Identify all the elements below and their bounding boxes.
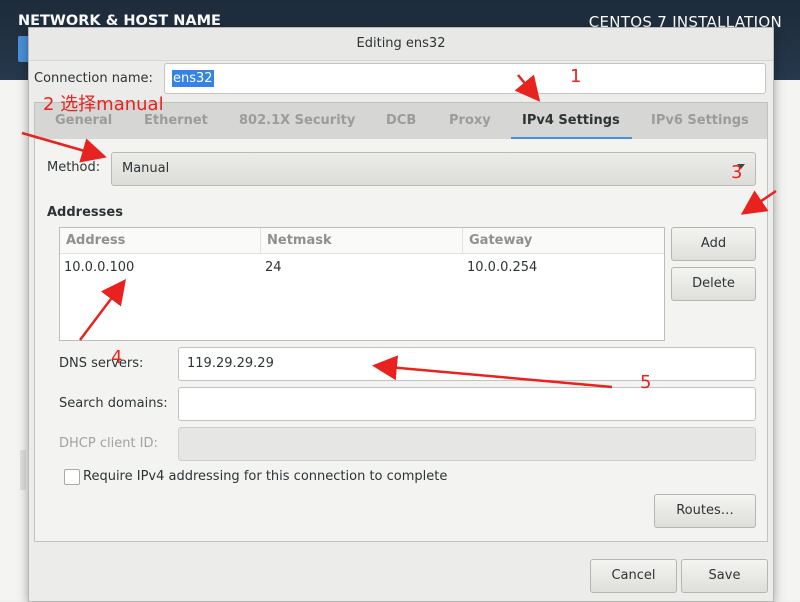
require-ipv4-label[interactable]: Require IPv4 addressing for this connect… (83, 469, 447, 484)
annotation-1: 1 (570, 66, 582, 87)
cell-address[interactable]: 10.0.0.100 (60, 258, 134, 278)
tab-proxy[interactable]: Proxy (449, 103, 491, 139)
dialog-title: Editing ens32 (29, 28, 773, 61)
addresses-table[interactable]: Address Netmask Gateway 10.0.0.100 24 10… (59, 227, 665, 341)
tab-ipv6-settings[interactable]: IPv6 Settings (651, 103, 749, 139)
delete-address-button[interactable]: Delete (671, 267, 756, 301)
cancel-button[interactable]: Cancel (590, 559, 677, 593)
column-header-address[interactable]: Address (60, 228, 261, 254)
require-ipv4-checkbox[interactable] (64, 469, 80, 485)
dns-servers-value: 119.29.29.29 (187, 356, 274, 371)
annotation-4: 4 (111, 347, 123, 368)
dhcp-client-id-label: DHCP client ID: (59, 436, 158, 451)
addresses-label: Addresses (47, 205, 123, 220)
search-domains-input[interactable] (178, 387, 756, 421)
column-header-gateway[interactable]: Gateway (463, 228, 664, 254)
cell-gateway[interactable]: 10.0.0.254 (463, 258, 537, 278)
connection-name-input[interactable]: ens32 (164, 63, 766, 94)
search-domains-label: Search domains: (59, 396, 168, 411)
method-value: Manual (122, 161, 170, 176)
dhcp-client-id-input (178, 427, 756, 461)
cell-netmask[interactable]: 24 (261, 258, 282, 278)
tab-802-1x-security[interactable]: 802.1X Security (239, 103, 355, 139)
tab-dcb[interactable]: DCB (386, 103, 416, 139)
installer-fragment (20, 450, 26, 490)
routes-button[interactable]: Routes… (654, 494, 756, 528)
tab-ipv4-settings[interactable]: IPv4 Settings (511, 103, 632, 140)
method-label: Method: (47, 160, 101, 175)
save-button[interactable]: Save (681, 559, 768, 593)
add-address-button[interactable]: Add (671, 227, 756, 261)
connection-name-value: ens32 (172, 70, 214, 87)
annotation-5: 5 (640, 372, 652, 393)
ipv4-settings-pane: Method: Manual Addresses Address Netmask… (34, 139, 768, 542)
dns-servers-label: DNS servers: (59, 356, 144, 371)
dns-servers-input[interactable]: 119.29.29.29 (178, 347, 756, 381)
connection-name-label: Connection name: (34, 71, 153, 86)
annotation-3: 3 (731, 162, 743, 183)
column-header-netmask[interactable]: Netmask (261, 228, 463, 254)
annotation-2: 2 选择manual (43, 94, 164, 115)
method-dropdown[interactable]: Manual (111, 152, 756, 186)
